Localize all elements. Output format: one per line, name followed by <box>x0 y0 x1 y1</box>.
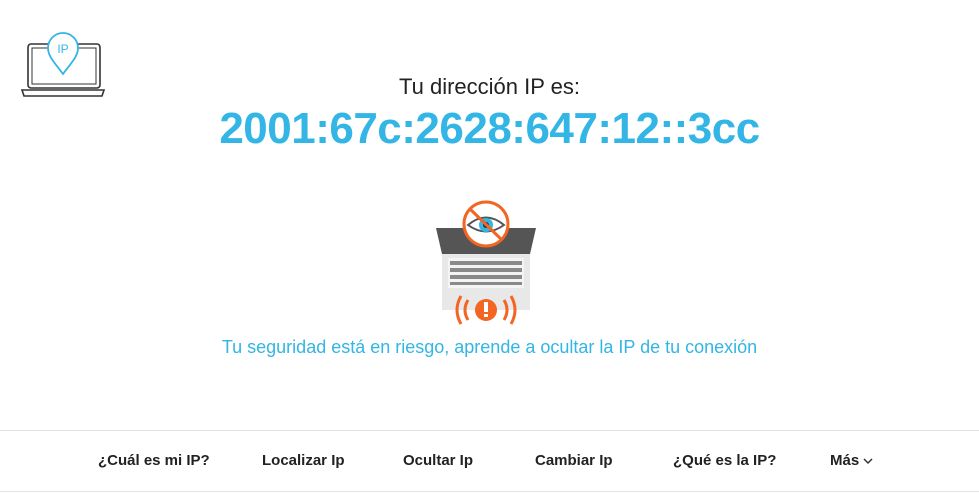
security-warning-link[interactable]: Tu seguridad está en riesgo, aprende a o… <box>0 337 979 358</box>
nav-item-mas-label: Más <box>830 452 860 469</box>
ip-address-value: 2001:67c:2628:647:12::3cc <box>219 104 760 153</box>
main-navigation: ¿Cuál es mi IP? Localizar Ip Ocultar Ip … <box>0 430 979 492</box>
logo-badge-text: IP <box>57 42 68 56</box>
nav-item-mas[interactable]: Más <box>830 431 873 491</box>
nav-item-cambiar-ip[interactable]: Cambiar Ip <box>535 431 613 491</box>
nav-item-cual-es-mi-ip[interactable]: ¿Cuál es mi IP? <box>98 431 210 491</box>
chevron-down-icon <box>863 431 873 491</box>
nav-item-ocultar-ip[interactable]: Ocultar Ip <box>403 431 473 491</box>
security-risk-illustration <box>428 198 544 328</box>
nav-item-que-es-la-ip[interactable]: ¿Qué es la IP? <box>673 431 776 491</box>
hidden-eye-icon <box>462 200 510 248</box>
ip-heading: Tu dirección IP es: <box>399 74 580 99</box>
nav-item-localizar-ip[interactable]: Localizar Ip <box>262 431 345 491</box>
